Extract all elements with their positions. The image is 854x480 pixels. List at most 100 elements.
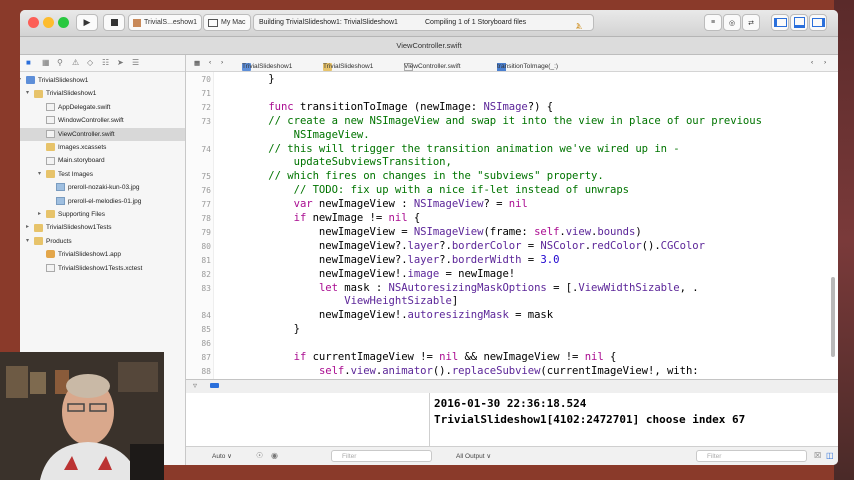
code-line[interactable]: // this will trigger the transition anim… xyxy=(243,143,679,155)
run-button[interactable]: ▶ xyxy=(76,14,98,31)
console-filter-field[interactable]: Filter xyxy=(696,450,807,462)
disclosure-triangle-icon[interactable]: ▾ xyxy=(38,168,41,181)
navigator-item[interactable]: TrivialSlideshow1.app xyxy=(20,248,185,261)
navigator-item[interactable]: ▸ TrivialSlideshow1Tests xyxy=(20,221,185,234)
utilities-panel-icon xyxy=(811,18,825,27)
navigator-item-label: Test Images xyxy=(58,170,94,178)
console-output-popup[interactable]: All Output ∨ xyxy=(456,452,491,460)
debug-panel-icon xyxy=(793,17,805,28)
navigator-item-label: TrivialSlideshow1Tests xyxy=(46,224,112,232)
version-icon: ⇄ xyxy=(748,19,754,27)
minimize-window-button[interactable] xyxy=(43,17,54,28)
search-icon[interactable]: ⚲ xyxy=(57,58,63,67)
navigator-item[interactable]: Main.storyboard xyxy=(20,154,185,167)
assistant-icon: ◎ xyxy=(728,19,736,27)
scheme-selector[interactable]: TrivialS...eshow1 xyxy=(128,14,202,31)
code-line[interactable]: self.view.animator().replaceSubview(curr… xyxy=(243,365,699,377)
swift-file-icon xyxy=(46,116,55,125)
editor-tab[interactable]: ViewController.swift xyxy=(20,37,838,55)
editor-scrollbar[interactable] xyxy=(831,277,835,357)
code-line[interactable]: } xyxy=(243,323,300,335)
code-line[interactable]: // which fires on changes in the "subvie… xyxy=(243,170,603,182)
navigator-item[interactable]: TrivialSlideshow1Tests.xctest xyxy=(20,262,185,275)
hide-debug-icon[interactable]: ▿ xyxy=(193,381,197,390)
forward-icon[interactable]: › xyxy=(221,59,223,66)
trash-icon[interactable]: ☒ xyxy=(814,451,821,460)
related-items-icon[interactable]: ▦ xyxy=(194,59,200,67)
code-line[interactable]: newImageView?.layer?.borderColor = NSCol… xyxy=(243,240,705,252)
code-line[interactable]: NSImageView. xyxy=(243,129,370,141)
code-line[interactable]: let mask : NSAutoresizingMaskOptions = [… xyxy=(243,282,699,294)
navigator-item[interactable]: ▾ Products xyxy=(20,235,185,248)
code-line[interactable]: if currentImageView != nil && newImageVi… xyxy=(243,351,617,363)
image-file-icon xyxy=(56,183,65,192)
line-number: 72 xyxy=(201,102,211,112)
back-icon[interactable]: ‹ xyxy=(209,59,211,66)
variables-scope-popup[interactable]: Auto ∨ xyxy=(212,452,232,460)
debug-icon[interactable]: ☷ xyxy=(102,58,109,67)
source-editor[interactable]: 70 71 72 73 74 75 76 77 78 79 80 81 82 83 84 85 86 87 88 }… xyxy=(186,72,838,379)
code-line[interactable]: ViewHeightSizable] xyxy=(243,295,458,307)
code-line[interactable]: updateSubviewsTransition, xyxy=(243,156,452,168)
debug-bottom-bar: Auto ∨ ☉ ◉ Filter All Output ∨ Filter ☒ … xyxy=(186,446,838,465)
split-view-icon[interactable]: ◫ xyxy=(826,451,834,460)
symbol-icon[interactable]: ▦ xyxy=(42,58,50,67)
navigator-item[interactable]: ▾ TrivialSlideshow1 xyxy=(20,74,185,87)
zoom-window-button[interactable] xyxy=(58,17,69,28)
code-line[interactable]: // TODO: fix up with a nice if-let inste… xyxy=(243,184,629,196)
code-line[interactable]: if newImage != nil { xyxy=(243,212,421,224)
navigator-item[interactable]: preroll-nozaki-kun-03.jpg xyxy=(20,181,185,194)
standard-editor-button[interactable]: ≡ xyxy=(704,14,722,31)
navigator-item-label: Supporting Files xyxy=(58,211,105,218)
navigator-item[interactable]: AppDelegate.swift xyxy=(20,101,185,114)
close-window-button[interactable] xyxy=(28,17,39,28)
eye-icon[interactable]: ◉ xyxy=(271,451,278,460)
folder-icon xyxy=(46,143,55,152)
code-line[interactable]: } xyxy=(243,73,274,85)
folder-icon[interactable]: ■ xyxy=(26,58,31,67)
navigator-item[interactable]: ▸ Supporting Files xyxy=(20,208,185,221)
disclosure-triangle-icon[interactable]: ▾ xyxy=(20,74,21,87)
line-number-gutter[interactable]: 70 71 72 73 74 75 76 77 78 79 80 81 82 83 84 85 86 87 88 xyxy=(186,72,214,379)
destination-label: My Mac xyxy=(221,19,246,26)
test-icon[interactable]: ◇ xyxy=(87,58,93,67)
assistant-editor-button[interactable]: ◎ xyxy=(723,14,741,31)
navigator-item[interactable]: ▾ Test Images xyxy=(20,168,185,181)
line-number: 74 xyxy=(201,144,211,154)
folder-icon xyxy=(46,210,55,219)
code-line[interactable]: var newImageView : NSImageView? = nil xyxy=(243,198,528,210)
storyboard-icon xyxy=(46,156,55,165)
navigator-item[interactable]: preroll-el-melodies-01.jpg xyxy=(20,195,185,208)
stop-button[interactable] xyxy=(103,14,125,31)
disclosure-triangle-icon[interactable]: ▸ xyxy=(26,221,29,234)
utilities-toggle-button[interactable] xyxy=(809,14,827,31)
editor-icon: ≡ xyxy=(710,19,716,26)
navigator-item[interactable]: ViewController.swift xyxy=(20,127,185,141)
code-line[interactable]: newImageView = NSImageView(frame: self.v… xyxy=(243,226,642,238)
console-output[interactable]: 2016-01-30 22:36:18.524 TrivialSlideshow… xyxy=(430,393,838,446)
next-issue-icon[interactable]: › xyxy=(824,59,826,66)
navigator-toggle-button[interactable] xyxy=(771,14,789,31)
navigator-item[interactable]: ▾ TrivialSlideshow1 xyxy=(20,87,185,100)
disclosure-triangle-icon[interactable]: ▾ xyxy=(26,235,29,248)
navigator-item[interactable]: Images.xcassets xyxy=(20,141,185,154)
breakpoints-icon[interactable] xyxy=(210,383,219,388)
code-line[interactable]: newImageView!.autoresizingMask = mask xyxy=(243,309,553,321)
info-icon[interactable]: ☉ xyxy=(256,451,263,460)
code-line[interactable]: newImageView!.image = newImage! xyxy=(243,268,515,280)
variables-filter-field[interactable]: Filter xyxy=(331,450,432,462)
report-icon[interactable]: ☰ xyxy=(132,58,139,67)
code-line[interactable]: // create a new NSImageView and swap it … xyxy=(243,115,762,127)
disclosure-triangle-icon[interactable]: ▸ xyxy=(38,208,41,221)
breakpoint-icon[interactable]: ➤ xyxy=(117,58,124,67)
line-number: 81 xyxy=(201,255,211,265)
navigator-item[interactable]: WindowController.swift xyxy=(20,114,185,127)
version-editor-button[interactable]: ⇄ xyxy=(742,14,760,31)
code-line[interactable]: newImageView?.layer?.borderWidth = 3.0 xyxy=(243,254,560,266)
code-line[interactable]: func transitionToImage (newImage: NSImag… xyxy=(243,101,553,113)
disclosure-triangle-icon[interactable]: ▾ xyxy=(26,87,29,100)
issue-icon[interactable]: ⚠ xyxy=(72,58,79,67)
debug-area-toggle-button[interactable] xyxy=(790,14,808,31)
previous-issue-icon[interactable]: ‹ xyxy=(811,59,813,66)
destination-selector[interactable]: My Mac xyxy=(203,14,251,31)
